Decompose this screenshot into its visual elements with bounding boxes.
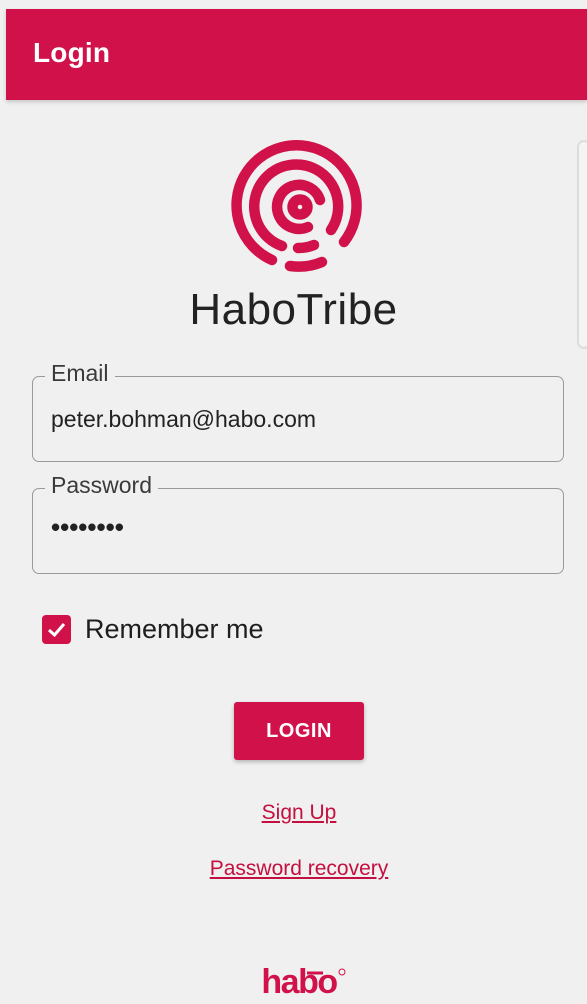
password-field[interactable]: Password	[32, 472, 564, 574]
page-title: Login	[33, 37, 111, 68]
login-screen: Login HaboTribe Email Password Remember …	[0, 0, 587, 1004]
remember-me-label: Remember me	[85, 613, 264, 644]
remember-me-row[interactable]: Remember me	[42, 612, 264, 646]
brand-logo-icon	[231, 140, 362, 272]
signup-link[interactable]: Sign Up	[0, 801, 587, 825]
email-label: Email	[45, 360, 115, 387]
app-bar: Login	[6, 9, 587, 100]
email-input[interactable]	[51, 406, 541, 433]
email-field[interactable]: Email	[32, 360, 564, 462]
password-label: Password	[45, 472, 158, 499]
password-input[interactable]	[51, 512, 541, 543]
habo-footer-logo: habo	[261, 963, 346, 1000]
footer-logo-text: habo	[261, 963, 337, 1000]
checkmark-icon	[47, 622, 66, 637]
remember-me-checkbox[interactable]	[42, 614, 71, 644]
password-recovery-link[interactable]: Password recovery	[0, 857, 587, 881]
login-button[interactable]: LOGIN	[234, 702, 364, 760]
brand-wordmark: HaboTribe	[189, 285, 398, 334]
